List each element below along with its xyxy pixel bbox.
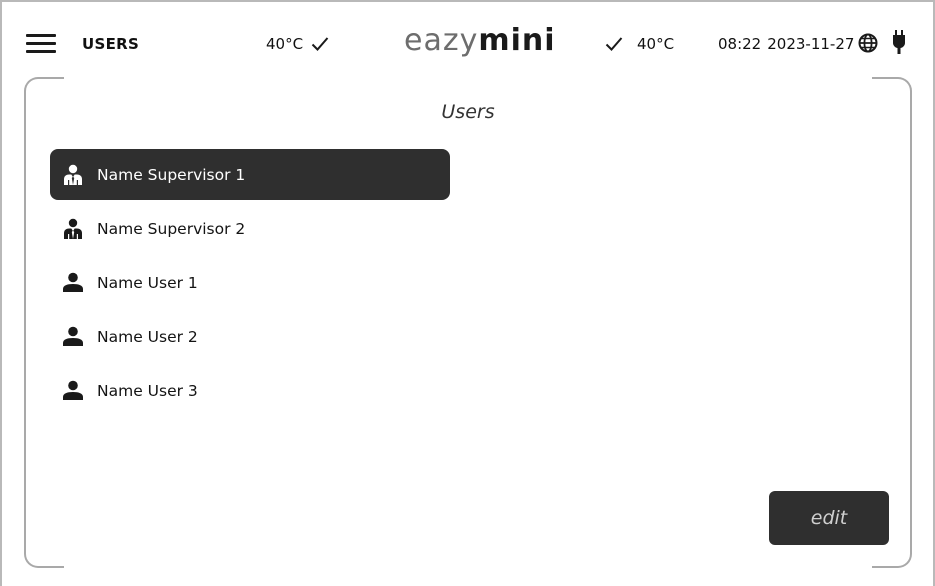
users-panel: Users Name Supervisor 1 Name Supervisor … [24,77,912,568]
user-icon [62,326,84,348]
edit-button[interactable]: edit [769,491,889,545]
user-icon [62,380,84,402]
user-name: Name Supervisor 2 [97,219,246,238]
user-name: Name User 2 [97,327,198,346]
list-item-user[interactable]: Name User 1 [50,257,450,308]
list-item-user[interactable]: Name User 3 [50,365,450,416]
user-name: Name User 3 [97,381,198,400]
temperature-left: 40°C [266,35,329,53]
user-list: Name Supervisor 1 Name Supervisor 2 Name… [50,149,450,419]
logo-text-eazy: eazy [404,23,479,58]
temperature-right: 40°C [605,35,674,53]
temperature-left-value: 40°C [266,35,304,53]
supervisor-icon [62,218,84,240]
page-title: USERS [82,35,140,53]
panel-frame-corner [24,526,64,568]
menu-line [26,34,56,37]
eazymini-logo: eazymini [404,26,556,60]
globe-icon[interactable] [858,33,878,53]
user-icon [62,272,84,294]
hamburger-menu-button[interactable] [26,34,56,54]
menu-line [26,50,56,53]
temperature-right-value: 40°C [637,35,675,53]
panel-title: Users [441,101,495,123]
panel-frame-side [24,117,26,528]
list-item-user[interactable]: Name User 2 [50,311,450,362]
user-name: Name Supervisor 1 [97,165,246,184]
time-display: 08:22 [718,35,762,53]
user-name: Name User 1 [97,273,198,292]
status-bar: USERS 40°C eazymini 40°C 08:22 2023-11-2… [0,0,935,88]
date-display: 2023-11-27 [767,35,855,53]
panel-frame-side [910,117,912,528]
logo-text-mini: mini [478,23,556,58]
datetime: 08:22 2023-11-27 [718,35,854,53]
list-item-user[interactable]: Name Supervisor 1 [50,149,450,200]
list-item-user[interactable]: Name Supervisor 2 [50,203,450,254]
supervisor-icon [62,164,84,186]
power-plug-icon [893,30,905,54]
check-icon [605,37,623,51]
check-icon [311,37,329,51]
menu-line [26,42,56,45]
